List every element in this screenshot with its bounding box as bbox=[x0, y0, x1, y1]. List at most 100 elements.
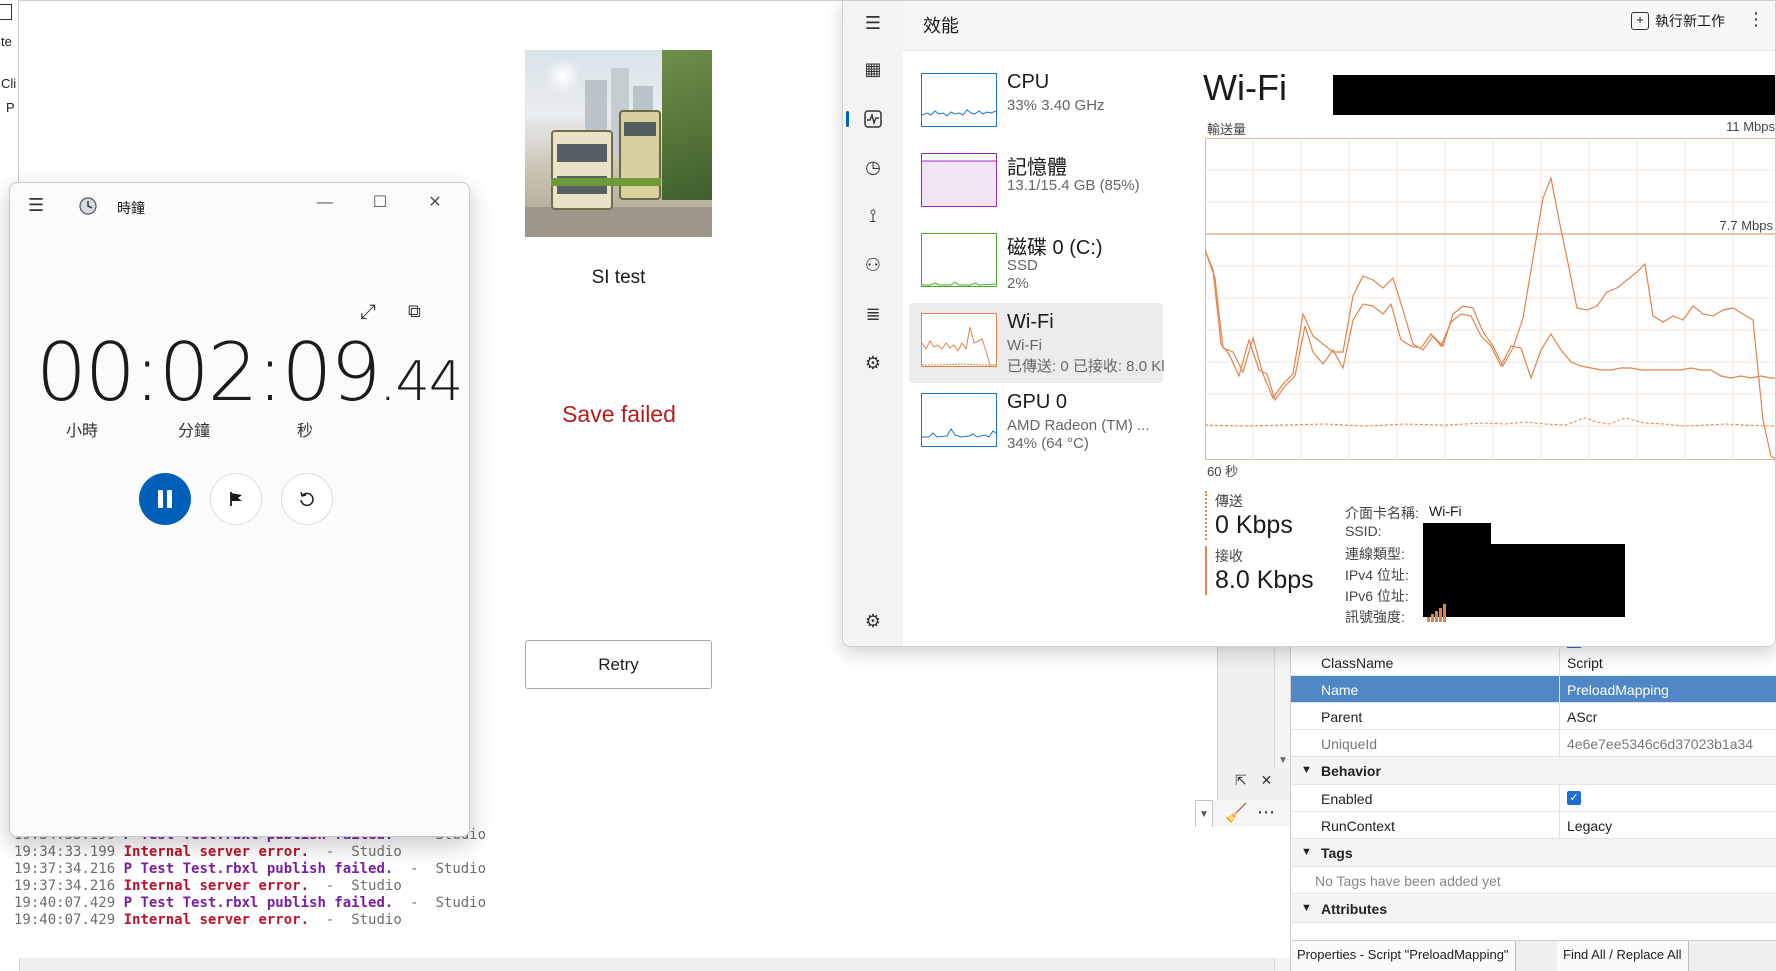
chart-frame bbox=[1205, 138, 1775, 460]
tab-properties[interactable]: Properties - Script "PreloadMapping" bbox=[1291, 941, 1516, 971]
compact-overlay-icon[interactable]: ⧉ bbox=[408, 301, 421, 322]
processes-icon[interactable]: ▦ bbox=[857, 53, 889, 85]
memory-sparkline bbox=[921, 153, 997, 207]
output-log: 19:34:33.199 P Test Test.rbxl publish fa… bbox=[0, 827, 1300, 958]
minimize-button[interactable]: — bbox=[310, 191, 340, 215]
log-row: 19:40:07.429 Internal server error. - St… bbox=[14, 912, 402, 928]
more-options-icon[interactable]: ⋮ bbox=[1747, 9, 1765, 30]
tab-find-all[interactable]: Find All / Replace All bbox=[1557, 941, 1689, 971]
log-row: 19:37:34.216 Internal server error. - St… bbox=[14, 878, 402, 894]
prop-category-attributes[interactable]: ▼ Attributes bbox=[1291, 895, 1776, 923]
prop-row-parent[interactable]: Parent AScr bbox=[1291, 703, 1776, 730]
bottom-tabs: Properties - Script "PreloadMapping" Fin… bbox=[1291, 940, 1776, 971]
log-source: Studio bbox=[351, 844, 402, 860]
wifi-detail-panel: Wi-Fi 輸送量 11 Mbps 7.7 Mbps 60 秒 傳送 0 Kbp… bbox=[1203, 51, 1775, 646]
more-options-icon[interactable]: ⋯ bbox=[1257, 802, 1275, 823]
prop-category-behavior[interactable]: ▼ Behavior bbox=[1291, 757, 1776, 785]
properties-panel: ClassName Script Name PreloadMapping Par… bbox=[1290, 640, 1776, 971]
log-source: Studio bbox=[351, 912, 402, 928]
minutes-label: 分鐘 bbox=[178, 423, 211, 440]
reference-line-label: 7.7 Mbps bbox=[1720, 218, 1774, 233]
pause-button[interactable] bbox=[139, 473, 191, 525]
info-key-ipv4: IPv4 位址: bbox=[1345, 567, 1409, 583]
app-history-icon[interactable]: ◷ bbox=[857, 151, 889, 183]
info-key-adapter: 介面卡名稱: bbox=[1345, 505, 1419, 521]
reset-icon bbox=[300, 491, 314, 507]
output-panel-controls: ⇱ ✕ bbox=[1235, 772, 1280, 794]
info-key-ssid: SSID: bbox=[1345, 523, 1382, 539]
users-icon[interactable]: ⚇ bbox=[857, 249, 889, 281]
log-timestamp: 19:37:34.216 bbox=[14, 878, 116, 894]
reset-button[interactable] bbox=[281, 473, 333, 525]
page-title: 效能 bbox=[923, 16, 959, 36]
log-message: Internal server error. bbox=[123, 844, 310, 860]
maximize-button[interactable]: ☐ bbox=[365, 191, 395, 215]
log-source: Studio bbox=[435, 895, 487, 911]
adapter-name-value: Wi-Fi bbox=[1429, 503, 1462, 519]
hours-label: 小時 bbox=[66, 423, 99, 440]
prop-category-tags[interactable]: ▼ Tags bbox=[1291, 839, 1776, 867]
lap-flag-button[interactable] bbox=[210, 473, 262, 525]
resource-cpu[interactable]: CPU 33% 3.40 GHz bbox=[909, 63, 1163, 143]
collapse-triangle-icon[interactable]: ▼ bbox=[1301, 846, 1312, 858]
log-message: P Test Test.rbxl publish failed. bbox=[123, 895, 394, 911]
log-timestamp: 19:40:07.429 bbox=[14, 912, 116, 928]
clear-output-broom-icon[interactable]: 🧹 bbox=[1225, 803, 1247, 824]
pin-icon[interactable]: ⇱ bbox=[1235, 772, 1247, 788]
filter-dropdown-chevron-icon[interactable]: ▼ bbox=[1195, 800, 1213, 828]
log-source: Studio bbox=[435, 861, 487, 877]
prop-row-runcontext[interactable]: RunContext Legacy bbox=[1291, 812, 1776, 839]
log-message: P Test Test.rbxl publish failed. bbox=[123, 861, 394, 877]
log-row: 19:37:34.216 P Test Test.rbxl publish fa… bbox=[14, 861, 487, 877]
performance-icon[interactable] bbox=[846, 103, 889, 135]
info-key-signal: 訊號強度: bbox=[1345, 609, 1405, 625]
log-source: Studio bbox=[351, 878, 402, 894]
throughput-label: 輸送量 bbox=[1207, 122, 1247, 137]
wifi-sparkline bbox=[921, 313, 997, 367]
no-tags-row: No Tags have been added yet bbox=[1291, 867, 1776, 894]
toolbar-text-2: Cli bbox=[1, 76, 17, 91]
run-new-task-button[interactable]: + 執行新工作 bbox=[1631, 11, 1725, 31]
tm-header: 效能 + 執行新工作 ⋮ bbox=[903, 1, 1775, 51]
stopwatch-time: 00:02:09.44 bbox=[36, 326, 463, 419]
task-manager-window: ☰ ▦ ◷ ⟟ ⚇ ≣ ⚙ ⚙ 效能 + 執行新工作 ⋮ CPU 33% 3.4… bbox=[842, 0, 1776, 647]
gpu-sparkline bbox=[921, 393, 997, 447]
retry-button[interactable]: Retry bbox=[525, 640, 712, 689]
toolbar-doc-icon[interactable] bbox=[0, 4, 12, 20]
flag-icon bbox=[230, 492, 242, 506]
hamburger-menu-icon[interactable]: ☰ bbox=[857, 7, 889, 39]
game-name: SI test bbox=[591, 267, 646, 288]
resource-memory[interactable]: 記憶體 13.1/15.4 GB (85%) bbox=[909, 143, 1163, 223]
seconds-label: 秒 bbox=[297, 423, 314, 440]
expand-icon[interactable]: ⤢ bbox=[360, 301, 376, 324]
collapse-triangle-icon[interactable]: ▼ bbox=[1301, 902, 1312, 914]
clock-app-icon bbox=[79, 197, 97, 215]
tm-sidebar: ☰ ▦ ◷ ⟟ ⚇ ≣ ⚙ ⚙ bbox=[843, 1, 903, 646]
log-row: 19:34:33.199 Internal server error. - St… bbox=[14, 844, 402, 860]
settings-gear-icon[interactable]: ⚙ bbox=[857, 605, 889, 637]
details-icon[interactable]: ≣ bbox=[857, 298, 889, 330]
hamburger-menu-icon[interactable]: ☰ bbox=[28, 195, 44, 216]
output-toolbar: ▼ 🧹 ⋯ bbox=[1195, 800, 1290, 830]
prop-row-uniqueid[interactable]: UniqueId 4e6e7ee5346c6d37023b1a34 bbox=[1291, 730, 1776, 757]
startup-apps-icon[interactable]: ⟟ bbox=[857, 200, 889, 232]
run-task-icon: + bbox=[1631, 12, 1649, 30]
prop-row-enabled[interactable]: Enabled ✓ bbox=[1291, 785, 1776, 812]
studio-scrollbar[interactable]: ▼ bbox=[1274, 640, 1290, 768]
prop-row-name[interactable]: Name PreloadMapping bbox=[1291, 676, 1776, 703]
services-icon[interactable]: ⚙ bbox=[857, 347, 889, 379]
resource-disk[interactable]: 磁碟 0 (C:) SSD 2% bbox=[909, 223, 1163, 303]
toolbar-text-1: te bbox=[1, 34, 12, 49]
redacted-block bbox=[1423, 544, 1625, 617]
close-button[interactable]: ✕ bbox=[420, 191, 450, 215]
close-output-icon[interactable]: ✕ bbox=[1261, 772, 1273, 788]
enabled-checkbox[interactable]: ✓ bbox=[1567, 791, 1581, 805]
collapse-triangle-icon[interactable]: ▼ bbox=[1301, 764, 1312, 776]
resource-wifi[interactable]: Wi-Fi Wi-Fi 已傳送: 0 已接收: 8.0 Kl bbox=[909, 303, 1165, 383]
prop-row-classname[interactable]: ClassName Script bbox=[1291, 649, 1776, 676]
toolbar-text-3: P bbox=[6, 100, 15, 115]
disk-sparkline bbox=[921, 233, 997, 287]
resource-gpu[interactable]: GPU 0 AMD Radeon (TM) ... 34% (64 °C) bbox=[909, 383, 1163, 463]
log-timestamp: 19:40:07.429 bbox=[14, 895, 116, 911]
wifi-title: Wi-Fi bbox=[1203, 67, 1287, 108]
